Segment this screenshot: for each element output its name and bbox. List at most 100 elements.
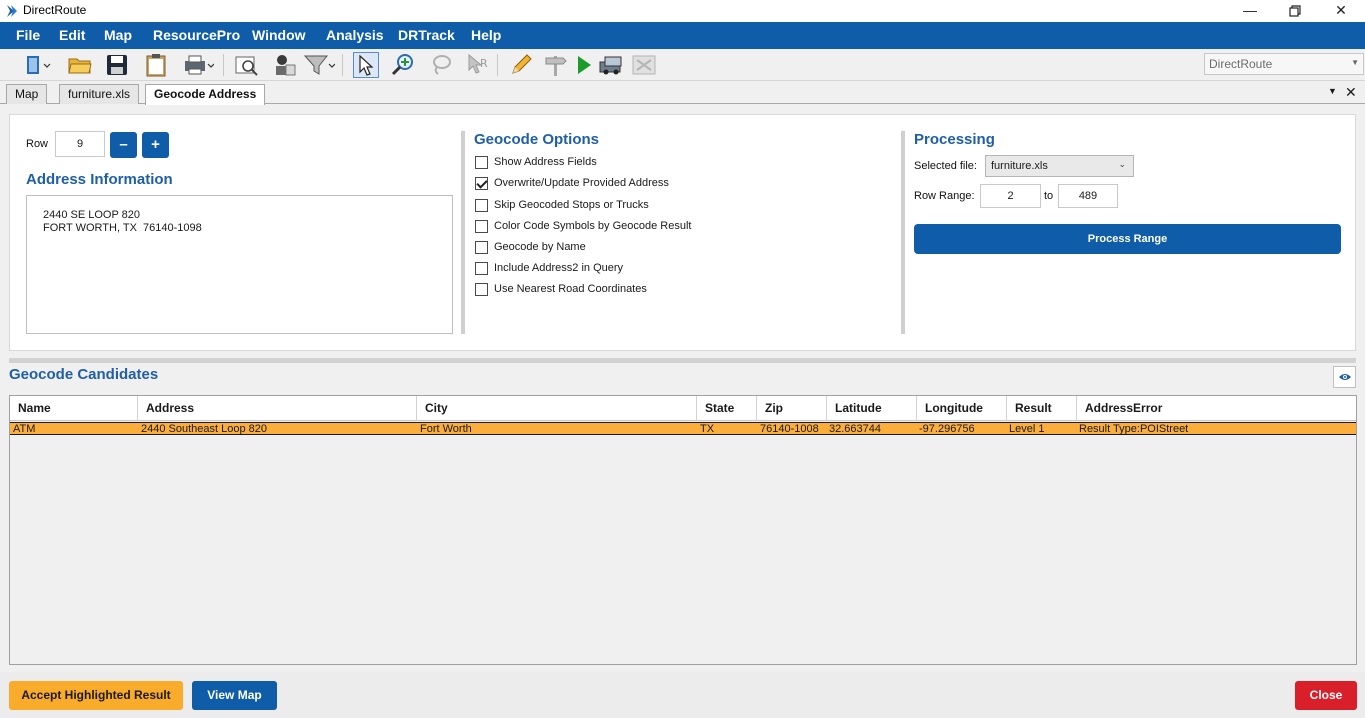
menu-analysis[interactable]: Analysis [326,22,384,49]
option-nearest-road[interactable]: Use Nearest Road Coordinates [475,281,647,297]
row-decrement-button[interactable]: – [110,132,137,158]
truck-driver-icon[interactable] [271,52,297,78]
option-include-address2[interactable]: Include Address2 in Query [475,260,623,276]
select-arrow-icon[interactable] [353,52,379,78]
cell-zip: 76140-1008 [760,423,819,435]
pencil-icon[interactable] [508,52,534,78]
preview-icon[interactable] [234,52,260,78]
disabled-grid-icon[interactable] [631,52,657,78]
save-icon[interactable] [104,52,130,78]
selected-file-label: Selected file: [914,160,977,172]
process-range-button[interactable]: Process Range [914,224,1341,254]
menu-resourcepro[interactable]: ResourcePro [153,22,240,49]
column-header-longitude[interactable]: Longitude [917,396,1007,421]
selected-file-value: furniture.xls [991,160,1048,172]
svg-text:R: R [480,57,488,70]
minimize-icon[interactable]: — [1227,0,1273,22]
cell-result: Level 1 [1009,423,1045,435]
column-header-address[interactable]: Address [138,396,417,421]
zoom-in-icon[interactable] [390,52,416,78]
accept-highlighted-result-button[interactable]: Accept Highlighted Result [9,681,183,710]
lasso-icon[interactable] [428,52,454,78]
folder-open-icon[interactable] [67,52,93,78]
row-input[interactable]: 9 [55,131,105,157]
column-header-zip[interactable]: Zip [757,396,827,421]
reset-select-icon[interactable]: R [465,52,491,78]
restore-icon[interactable] [1272,0,1318,22]
candidates-grid: Name Address City State Zip Latitude Lon… [9,395,1357,665]
cell-latitude: 32.663744 [829,423,881,435]
option-color-code-symbols[interactable]: Color Code Symbols by Geocode Result [475,218,691,234]
checkbox[interactable] [475,240,488,254]
app-logo-icon [6,4,18,18]
selected-file-select[interactable]: furniture.xls ⌄ [985,155,1134,177]
column-header-name[interactable]: Name [10,396,138,421]
toolbar-separator [342,54,343,76]
play-icon[interactable] [571,52,597,78]
toolbar-separator [497,54,498,76]
row-increment-button[interactable]: + [142,132,169,158]
tab-geocode-address[interactable]: Geocode Address [145,84,266,105]
book-icon[interactable] [22,52,56,78]
column-header-city[interactable]: City [417,396,697,421]
close-button[interactable]: Close [1295,681,1357,710]
footer-bar: Accept Highlighted Result View Map Close [0,672,1365,718]
tab-map[interactable]: Map [6,84,48,104]
option-geocode-by-name[interactable]: Geocode by Name [475,239,586,255]
menu-file[interactable]: File [16,22,40,49]
column-header-latitude[interactable]: Latitude [827,396,917,421]
menu-drtrack[interactable]: DRTrack [398,22,455,49]
column-header-state[interactable]: State [697,396,757,421]
menu-edit[interactable]: Edit [59,22,85,49]
processing-heading: Processing [914,131,995,148]
tab-list-dropdown-icon[interactable]: ▼ [1328,86,1337,96]
checkbox-checked[interactable] [475,176,488,190]
option-show-address-fields[interactable]: Show Address Fields [475,154,597,170]
address-information-heading: Address Information [26,171,173,188]
toolbar-separator [223,54,224,76]
cell-addresserror: Result Type:POIStreet [1079,423,1189,435]
column-header-result[interactable]: Result [1007,396,1077,421]
view-map-button[interactable]: View Map [192,681,277,710]
checkbox[interactable] [475,198,488,212]
geocode-settings-panel: Row 9 – + Address Information 2440 SE LO… [9,114,1356,351]
route-tools-icon[interactable] [598,52,624,78]
column-header-addresserror[interactable]: AddressError [1077,396,1356,421]
eye-icon[interactable] [1333,366,1356,388]
clipboard-icon[interactable] [143,52,169,78]
range-from-input[interactable]: 2 [980,184,1041,208]
panel-splitter[interactable] [9,358,1356,363]
checkbox[interactable] [475,155,488,169]
range-to-input[interactable]: 489 [1058,184,1118,208]
checkbox[interactable] [475,282,488,296]
checkbox[interactable] [475,219,488,233]
title-bar: DirectRoute — ✕ [0,0,1365,22]
tab-close-icon[interactable]: ✕ [1345,84,1357,101]
table-row[interactable]: ATM 2440 Southeast Loop 820 Fort Worth T… [10,422,1356,435]
printer-icon[interactable] [181,52,215,78]
signpost-icon[interactable] [542,52,568,78]
menu-bar: File Edit Map ResourcePro Window Analysi… [0,22,1365,49]
row-range-label: Row Range: [914,190,975,202]
cell-longitude: -97.296756 [919,423,975,435]
filter-icon[interactable] [302,52,336,78]
profile-select-value: DirectRoute [1209,57,1273,71]
address-text-box[interactable]: 2440 SE LOOP 820 FORT WORTH, TX 76140-10… [26,195,453,334]
cell-address: 2440 Southeast Loop 820 [141,423,268,435]
cell-name: ATM [13,423,36,435]
tab-furniture-xls[interactable]: furniture.xls [59,84,140,104]
row-label: Row [26,138,49,150]
close-window-icon[interactable]: ✕ [1318,0,1364,22]
range-to-label: to [1044,190,1054,202]
toolbar: R DirectRoute ▼ [0,49,1365,81]
menu-map[interactable]: Map [104,22,132,49]
profile-select[interactable]: DirectRoute ▼ [1204,53,1364,75]
menu-help[interactable]: Help [471,22,501,49]
option-skip-geocoded[interactable]: Skip Geocoded Stops or Trucks [475,197,649,213]
document-tabs: Map furniture.xls Geocode Address [0,82,1365,105]
grid-header: Name Address City State Zip Latitude Lon… [10,396,1356,421]
checkbox[interactable] [475,261,488,275]
column-divider [461,131,465,334]
option-overwrite-update-address[interactable]: Overwrite/Update Provided Address [475,175,669,191]
menu-window[interactable]: Window [252,22,306,49]
